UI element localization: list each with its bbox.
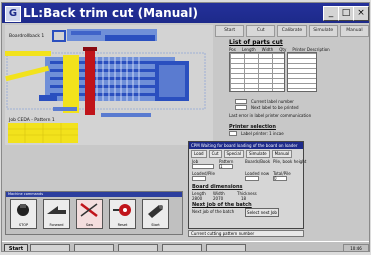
select-next-job-button[interactable]: Select next Job xyxy=(245,208,279,217)
parts-description-table[interactable] xyxy=(287,52,317,92)
board-dimensions-title: Board dimensions xyxy=(192,184,243,190)
saw-button[interactable]: Saw xyxy=(76,199,103,229)
machine-command-panel: Machine commands STOP Forward Saw Reset xyxy=(5,191,183,235)
stop-icon xyxy=(17,204,29,216)
dialog-tab-load[interactable]: Load xyxy=(191,150,207,158)
saw-icon xyxy=(80,203,98,217)
printer-selection-title: Printer selection xyxy=(229,124,276,130)
machine-schematic: Boardrollback 1 Job CEDA - Pattern 1 xyxy=(5,25,213,145)
start-button[interactable]: Start xyxy=(4,244,28,251)
saw-blade-icon xyxy=(113,204,131,216)
boards-book-label: Boards/Book xyxy=(245,159,271,164)
pile-height-label: Pile, book height xyxy=(273,159,307,164)
dialog-tabs: Load Cut Special Simulate Manual xyxy=(191,150,293,158)
board-loading-dialog: CPM Waiting for board loading of the boa… xyxy=(188,141,307,229)
maximize-button[interactable]: □ xyxy=(338,6,354,21)
taskbar-item-1[interactable] xyxy=(30,244,70,251)
window-title: LL:Back trim cut (Manual) xyxy=(23,6,198,20)
taskbar-item-5[interactable] xyxy=(206,244,246,251)
forward-button[interactable]: Forward xyxy=(43,199,70,229)
minimize-button[interactable]: _ xyxy=(323,6,339,21)
dialog-title: CPM Waiting for board loading of the boa… xyxy=(189,142,303,149)
thickness-value: 18 xyxy=(241,196,247,201)
next-job-title: Next job of the batch xyxy=(192,202,252,208)
taskbar-item-2[interactable] xyxy=(74,244,114,251)
printer-name-text: Label printer: 1 incae xyxy=(241,131,284,136)
total-pile-field[interactable]: 0 xyxy=(273,176,287,181)
mode-toolbar: Start Cut Calibrate Simulate Manual xyxy=(215,25,369,37)
reset-label: Reset xyxy=(117,223,128,227)
taskbar: Start 10:46 xyxy=(2,241,369,251)
toolbar-start-button[interactable]: Start xyxy=(215,25,245,37)
taskbar-item-4[interactable] xyxy=(162,244,202,251)
next-label-text: Next label to be printed xyxy=(251,105,299,110)
stop-button[interactable]: STOP xyxy=(10,199,37,229)
machine-start-icon xyxy=(148,205,163,218)
start-cycle-button[interactable]: Start xyxy=(142,199,169,229)
machine-drawing xyxy=(5,25,213,145)
width-value: 2070 xyxy=(213,196,224,201)
current-label-text: Current label number xyxy=(251,99,294,104)
next-job-subtitle: Next job of the batch xyxy=(192,209,235,214)
next-label-field xyxy=(235,105,247,110)
reset-button[interactable]: Reset xyxy=(109,199,136,229)
dialog-tab-special[interactable]: Special xyxy=(223,150,244,158)
parts-list-panel: List of parts cut Pos Length Width Qty P… xyxy=(215,37,369,137)
parts-list-table[interactable] xyxy=(229,52,285,92)
taskbar-item-3[interactable] xyxy=(118,244,158,251)
taskbar-clock: 10:46 xyxy=(343,244,369,251)
printer-selection-box[interactable] xyxy=(229,131,237,136)
job-field[interactable] xyxy=(192,164,214,169)
dialog-status-bar: Current cutting pattern number xyxy=(188,230,304,237)
pattern-field[interactable]: 1 xyxy=(219,164,233,169)
toolbar-manual-button[interactable]: Manual xyxy=(339,25,369,37)
dialog-tab-simulate[interactable]: Simulate xyxy=(245,150,270,158)
title-bar[interactable]: G LL:Back trim cut (Manual) _ □ × xyxy=(2,3,369,23)
forward-arrow-icon xyxy=(47,206,66,214)
last-error-text: Last error in label printer communicatio… xyxy=(229,113,312,118)
current-label-field xyxy=(235,99,247,104)
toolbar-cut-button[interactable]: Cut xyxy=(246,25,276,37)
saw-label: Saw xyxy=(85,223,94,227)
parts-list-title: List of parts cut xyxy=(229,39,283,46)
loaded-now-field[interactable] xyxy=(245,176,259,181)
toolbar-simulate-button[interactable]: Simulate xyxy=(308,25,338,37)
close-button[interactable]: × xyxy=(353,6,369,21)
command-panel-title: Machine commands xyxy=(6,192,182,197)
stop-label: STOP xyxy=(18,223,29,227)
app-icon: G xyxy=(5,6,21,22)
boardrollback-label: Boardrollback 1 xyxy=(9,34,45,39)
forward-label: Forward xyxy=(49,223,64,227)
length-value: 2800 xyxy=(192,196,203,201)
job-pattern-label: Job CEDA - Pattern 1 xyxy=(9,118,55,123)
thickness-label: Thickness xyxy=(237,191,257,196)
dialog-tab-cut[interactable]: Cut xyxy=(208,150,222,158)
loaded-pile-field[interactable] xyxy=(192,176,206,181)
dialog-tab-manual[interactable]: Manual xyxy=(271,150,293,158)
toolbar-calibrate-button[interactable]: Calibrate xyxy=(277,25,307,37)
start-cycle-label: Start xyxy=(151,223,160,227)
main-window: G LL:Back trim cut (Manual) _ □ × Start … xyxy=(1,2,370,252)
